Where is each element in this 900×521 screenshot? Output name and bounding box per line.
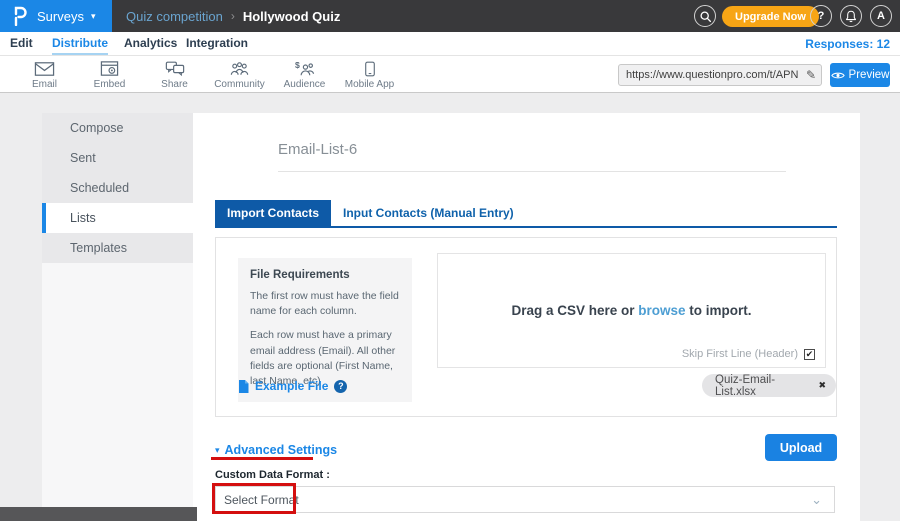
- channel-community[interactable]: Community: [207, 60, 272, 90]
- tab-analytics[interactable]: Analytics: [124, 36, 177, 50]
- annotation-red-box: [212, 483, 296, 514]
- tab-distribute[interactable]: Distribute: [52, 36, 108, 55]
- skip-first-line-label: Skip First Line (Header): [682, 348, 798, 360]
- tab-import-contacts[interactable]: Import Contacts: [215, 200, 331, 226]
- select-format-value: Select Format: [216, 493, 811, 507]
- notifications-button[interactable]: [840, 5, 862, 27]
- surveys-menu[interactable]: Surveys ▾: [0, 0, 112, 32]
- channel-audience[interactable]: $ Audience: [272, 60, 337, 90]
- csv-dropzone[interactable]: Drag a CSV here or browse to import. Ski…: [437, 253, 826, 368]
- list-name-field: [278, 141, 786, 172]
- edit-url-pencil-icon[interactable]: ✎: [801, 68, 821, 82]
- breadcrumb: Quiz competition › Hollywood Quiz: [126, 0, 340, 32]
- community-icon: [229, 60, 250, 78]
- channel-embed[interactable]: Embed: [77, 60, 142, 90]
- email-icon: [34, 60, 55, 78]
- bell-icon: [845, 10, 857, 23]
- sidebar-item-compose[interactable]: Compose: [42, 113, 193, 143]
- bottom-bar: [0, 507, 197, 521]
- uploaded-file-chip: Quiz-Email-List.xlsx ✖: [702, 374, 836, 397]
- page-body: Compose Sent Scheduled Lists Templates I…: [0, 93, 900, 521]
- survey-url-input[interactable]: [619, 69, 801, 81]
- eye-icon: [831, 71, 845, 80]
- product-label: Surveys: [37, 9, 84, 24]
- file-requirements-title: File Requirements: [250, 269, 400, 281]
- lists-card: Compose Sent Scheduled Lists Templates I…: [42, 113, 860, 521]
- tab-integration[interactable]: Integration: [186, 36, 248, 50]
- example-file-row: Example File ?: [238, 379, 347, 393]
- skip-first-line-row: Skip First Line (Header) ✔: [682, 348, 815, 360]
- help-button[interactable]: ?: [810, 5, 832, 27]
- custom-format-select[interactable]: Select Format ⌄: [215, 486, 835, 513]
- breadcrumb-survey-name: Hollywood Quiz: [243, 9, 341, 24]
- top-header: Surveys ▾ Quiz competition › Hollywood Q…: [0, 0, 900, 32]
- uploaded-file-name: Quiz-Email-List.xlsx: [715, 374, 809, 398]
- dropzone-text-before: Drag a CSV here or: [511, 303, 638, 318]
- channel-label: Mobile App: [345, 79, 394, 90]
- share-icon: [165, 60, 185, 78]
- svg-text:$: $: [295, 60, 300, 70]
- channel-mobile-app[interactable]: Mobile App: [337, 60, 402, 90]
- avatar-initial: A: [877, 10, 885, 22]
- import-panel: File Requirements The first row must hav…: [215, 237, 837, 417]
- questionpro-app: Surveys ▾ Quiz competition › Hollywood Q…: [0, 0, 900, 521]
- annotation-red-underline: [211, 457, 313, 460]
- list-name-input[interactable]: [278, 141, 786, 171]
- sidebar-item-sent[interactable]: Sent: [42, 143, 193, 173]
- sidebar-item-lists[interactable]: Lists: [42, 203, 193, 233]
- channel-label: Share: [161, 79, 188, 90]
- sidebar-item-templates[interactable]: Templates: [42, 233, 193, 263]
- survey-nav: Edit Distribute Analytics Integration Re…: [0, 32, 900, 56]
- tab-input-contacts-manual[interactable]: Input Contacts (Manual Entry): [331, 200, 526, 226]
- questionpro-logo-icon: [12, 6, 28, 26]
- embed-icon: [100, 60, 119, 78]
- channel-toolbar: Email Embed Share: [0, 57, 900, 93]
- responses-count[interactable]: Responses: 12: [805, 37, 890, 51]
- channel-label: Community: [214, 79, 265, 90]
- chevron-down-icon: ⌄: [811, 495, 834, 505]
- tab-edit[interactable]: Edit: [10, 36, 33, 50]
- breadcrumb-folder[interactable]: Quiz competition: [126, 9, 223, 24]
- channel-share[interactable]: Share: [142, 60, 207, 90]
- contacts-tabs: Import Contacts Input Contacts (Manual E…: [215, 200, 837, 228]
- browse-link[interactable]: browse: [638, 303, 685, 318]
- mobile-app-icon: [364, 60, 376, 78]
- file-icon: [238, 380, 249, 393]
- channel-list: Email Embed Share: [12, 60, 402, 90]
- file-requirements-text: The first row must have the field name f…: [250, 289, 400, 319]
- chevron-down-icon: ▾: [91, 11, 96, 22]
- dropzone-text: Drag a CSV here or browse to import.: [438, 303, 825, 318]
- channel-label: Audience: [284, 79, 326, 90]
- channel-label: Email: [32, 79, 57, 90]
- channel-email[interactable]: Email: [12, 60, 77, 90]
- upgrade-now-button[interactable]: Upgrade Now: [722, 6, 819, 27]
- email-sidebar: Compose Sent Scheduled Lists Templates: [42, 113, 193, 521]
- upload-button[interactable]: Upload: [765, 434, 837, 461]
- search-icon: [699, 10, 712, 23]
- caret-down-icon: ▾: [215, 445, 220, 456]
- advanced-settings-label: Advanced Settings: [225, 443, 338, 457]
- help-icon[interactable]: ?: [334, 380, 347, 393]
- breadcrumb-separator-icon: ›: [231, 9, 235, 23]
- sidebar-item-scheduled[interactable]: Scheduled: [42, 173, 193, 203]
- preview-label: Preview: [849, 69, 890, 81]
- custom-data-format-label: Custom Data Format :: [215, 469, 330, 481]
- question-mark-icon: ?: [818, 10, 825, 22]
- dropzone-text-after: to import.: [686, 303, 752, 318]
- preview-button[interactable]: Preview: [830, 63, 890, 87]
- remove-file-icon[interactable]: ✖: [818, 380, 826, 391]
- example-file-link[interactable]: Example File: [255, 379, 328, 393]
- account-avatar[interactable]: A: [870, 5, 892, 27]
- audience-icon: $: [294, 60, 315, 78]
- survey-url-field: ✎: [618, 64, 822, 86]
- skip-first-line-checkbox[interactable]: ✔: [804, 349, 815, 360]
- search-button[interactable]: [694, 5, 716, 27]
- advanced-settings-toggle[interactable]: ▾ Advanced Settings: [215, 443, 337, 457]
- channel-label: Embed: [94, 79, 126, 90]
